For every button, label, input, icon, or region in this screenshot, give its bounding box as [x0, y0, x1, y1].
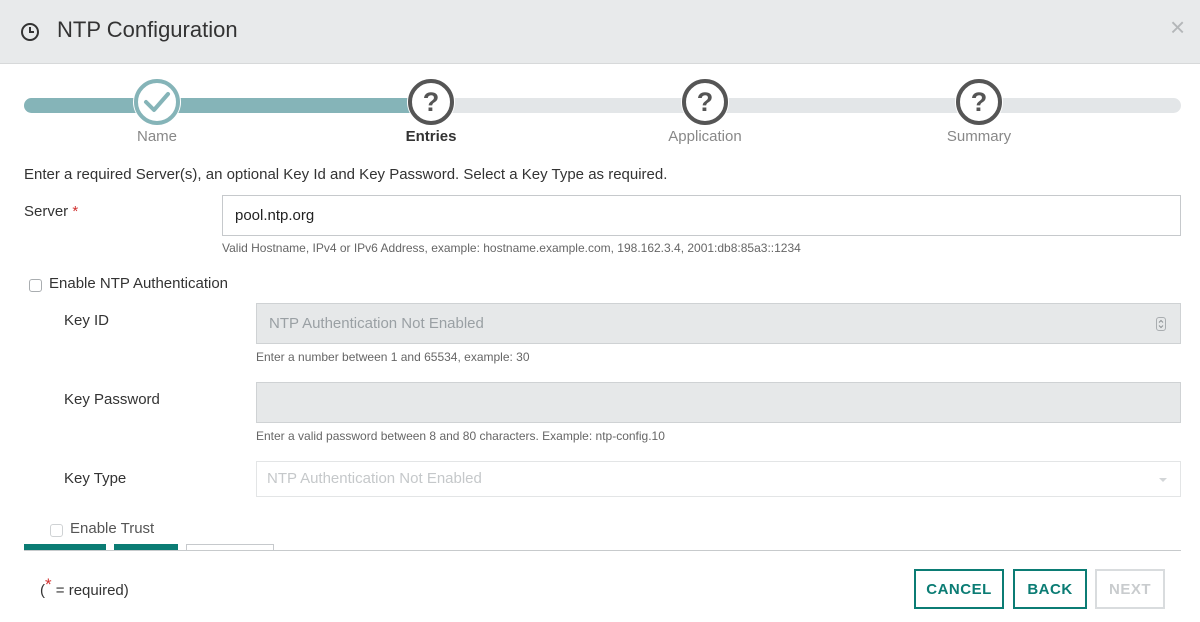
progress-fill [24, 98, 429, 113]
close-icon[interactable]: × [1170, 14, 1185, 40]
wizard-step-entries[interactable]: ? Entries [376, 78, 486, 145]
footer-divider [24, 550, 1181, 551]
enable-trust-label: Enable Trust [70, 520, 155, 537]
svg-text:?: ? [971, 87, 988, 117]
enable-trust-checkbox[interactable] [50, 524, 63, 537]
required-marker: * [72, 203, 79, 220]
back-button[interactable]: BACK [1013, 569, 1087, 609]
instructions-text: Enter a required Server(s), an optional … [24, 166, 668, 183]
dialog-title: NTP Configuration [57, 17, 238, 42]
spinner-arrows-icon [1156, 317, 1166, 331]
server-label: Server [24, 203, 69, 220]
question-circle-icon: ? [408, 79, 454, 125]
wizard-progress: Name ? Entries ? Application ? Summary [24, 78, 1181, 148]
wizard-step-label: Application [668, 128, 742, 145]
key-password-input[interactable] [256, 382, 1181, 423]
svg-text:?: ? [423, 87, 440, 117]
question-circle-icon: ? [682, 79, 728, 125]
key-id-placeholder: NTP Authentication Not Enabled [269, 315, 484, 332]
wizard-step-label: Summary [946, 128, 1012, 145]
dialog-header: NTP Configuration × [0, 0, 1200, 64]
question-circle-icon: ? [956, 79, 1002, 125]
cancel-button[interactable]: CANCEL [914, 569, 1004, 609]
check-circle-icon [134, 79, 180, 125]
wizard-step-summary[interactable]: ? Summary [924, 78, 1034, 145]
required-legend-star: * [45, 575, 52, 594]
key-type-label: Key Type [64, 470, 127, 487]
key-password-label: Key Password [64, 391, 160, 408]
key-id-input[interactable]: NTP Authentication Not Enabled [256, 303, 1181, 344]
next-button[interactable]: NEXT [1095, 569, 1165, 609]
chevron-down-icon [1159, 478, 1167, 482]
server-label-row: Server * [24, 203, 78, 220]
enable-ntp-auth-label: Enable NTP Authentication [49, 275, 229, 292]
server-hint: Valid Hostname, IPv4 or IPv6 Address, ex… [222, 241, 801, 255]
key-id-label: Key ID [64, 312, 110, 329]
key-id-hint: Enter a number between 1 and 65534, exam… [256, 350, 530, 364]
wizard-step-application[interactable]: ? Application [650, 78, 760, 145]
wizard-step-label: Entries [405, 128, 457, 145]
key-type-select[interactable]: NTP Authentication Not Enabled [256, 461, 1181, 497]
enable-ntp-auth-checkbox[interactable] [29, 279, 42, 292]
wizard-step-name[interactable]: Name [102, 78, 212, 145]
server-input[interactable] [222, 195, 1181, 236]
svg-text:?: ? [697, 87, 714, 117]
required-legend: (* = required) [40, 575, 129, 600]
key-type-selected: NTP Authentication Not Enabled [267, 470, 482, 487]
clock-icon [21, 23, 39, 41]
key-password-hint: Enter a valid password between 8 and 80 … [256, 429, 665, 443]
wizard-step-label: Name [136, 128, 177, 145]
required-legend-text: = required) [51, 582, 129, 599]
